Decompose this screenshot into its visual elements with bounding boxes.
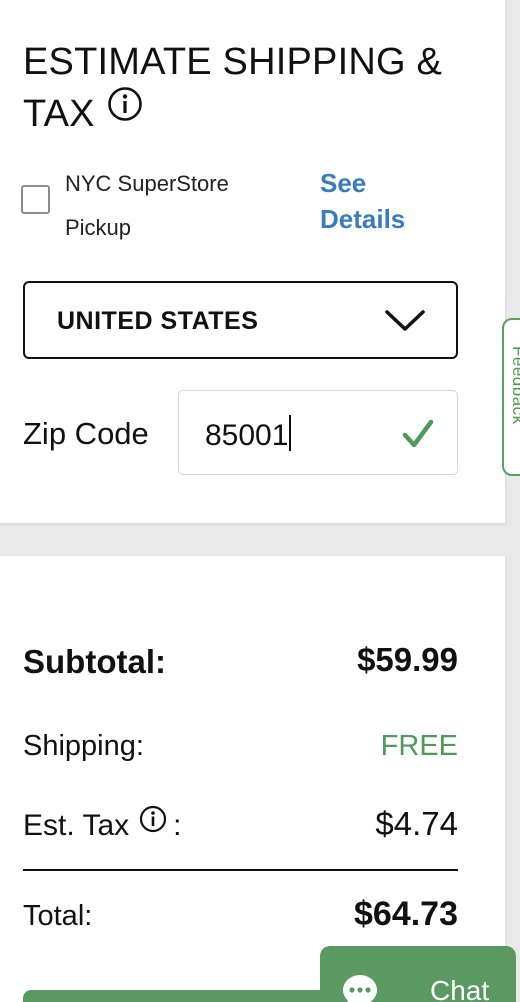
shipping-value: FREE bbox=[380, 730, 458, 762]
est-tax-label-text: Est. Tax bbox=[23, 809, 130, 842]
country-select[interactable]: UNITED STATES bbox=[23, 281, 458, 359]
country-selected-value: UNITED STATES bbox=[57, 307, 259, 335]
check-icon bbox=[402, 419, 434, 448]
subtotal-value: $59.99 bbox=[357, 641, 458, 678]
shipping-label: Shipping: bbox=[23, 730, 144, 762]
zip-code-value: 85001 bbox=[205, 415, 292, 454]
estimate-shipping-card: ESTIMATE SHIPPING & TAX NYC SuperStore P… bbox=[0, 0, 505, 523]
zip-code-label: Zip Code bbox=[23, 416, 149, 451]
feedback-label: Feedback bbox=[509, 346, 520, 425]
nyc-pickup-label-line1: NYC SuperStore bbox=[65, 171, 229, 196]
estimate-shipping-title-text: ESTIMATE SHIPPING & TAX bbox=[23, 41, 443, 135]
total-label: Total: bbox=[23, 900, 93, 932]
est-tax-value: $4.74 bbox=[375, 805, 458, 842]
see-details-line1: See bbox=[320, 168, 367, 198]
text-caret bbox=[289, 415, 292, 451]
nyc-pickup-label[interactable]: NYC SuperStore Pickup bbox=[65, 162, 285, 250]
estimate-shipping-title: ESTIMATE SHIPPING & TAX bbox=[23, 38, 463, 138]
subtotal-label: Subtotal: bbox=[23, 643, 166, 680]
zip-code-input[interactable]: 85001 bbox=[178, 390, 458, 475]
chat-bubble-icon bbox=[343, 975, 377, 1002]
nyc-pickup-checkbox[interactable] bbox=[21, 185, 50, 214]
feedback-tab[interactable]: Feedback bbox=[502, 318, 520, 476]
info-icon[interactable] bbox=[139, 805, 167, 833]
est-tax-label: Est. Tax : bbox=[23, 805, 182, 846]
cart-page: ESTIMATE SHIPPING & TAX NYC SuperStore P… bbox=[0, 0, 520, 1002]
est-tax-colon: : bbox=[173, 809, 182, 842]
chevron-down-icon bbox=[385, 310, 425, 331]
chat-button[interactable]: Chat bbox=[320, 946, 516, 1002]
chat-label: Chat bbox=[430, 975, 490, 1002]
order-totals-card: Subtotal: $59.99 Shipping: FREE Est. Tax… bbox=[0, 556, 505, 1002]
total-value: $64.73 bbox=[354, 895, 458, 933]
total-divider bbox=[23, 869, 458, 871]
see-details-link[interactable]: See Details bbox=[320, 165, 440, 237]
info-icon[interactable] bbox=[107, 86, 143, 122]
zip-code-text: 85001 bbox=[205, 419, 289, 452]
nyc-pickup-label-line2: Pickup bbox=[65, 215, 132, 240]
see-details-line2: Details bbox=[320, 204, 406, 234]
